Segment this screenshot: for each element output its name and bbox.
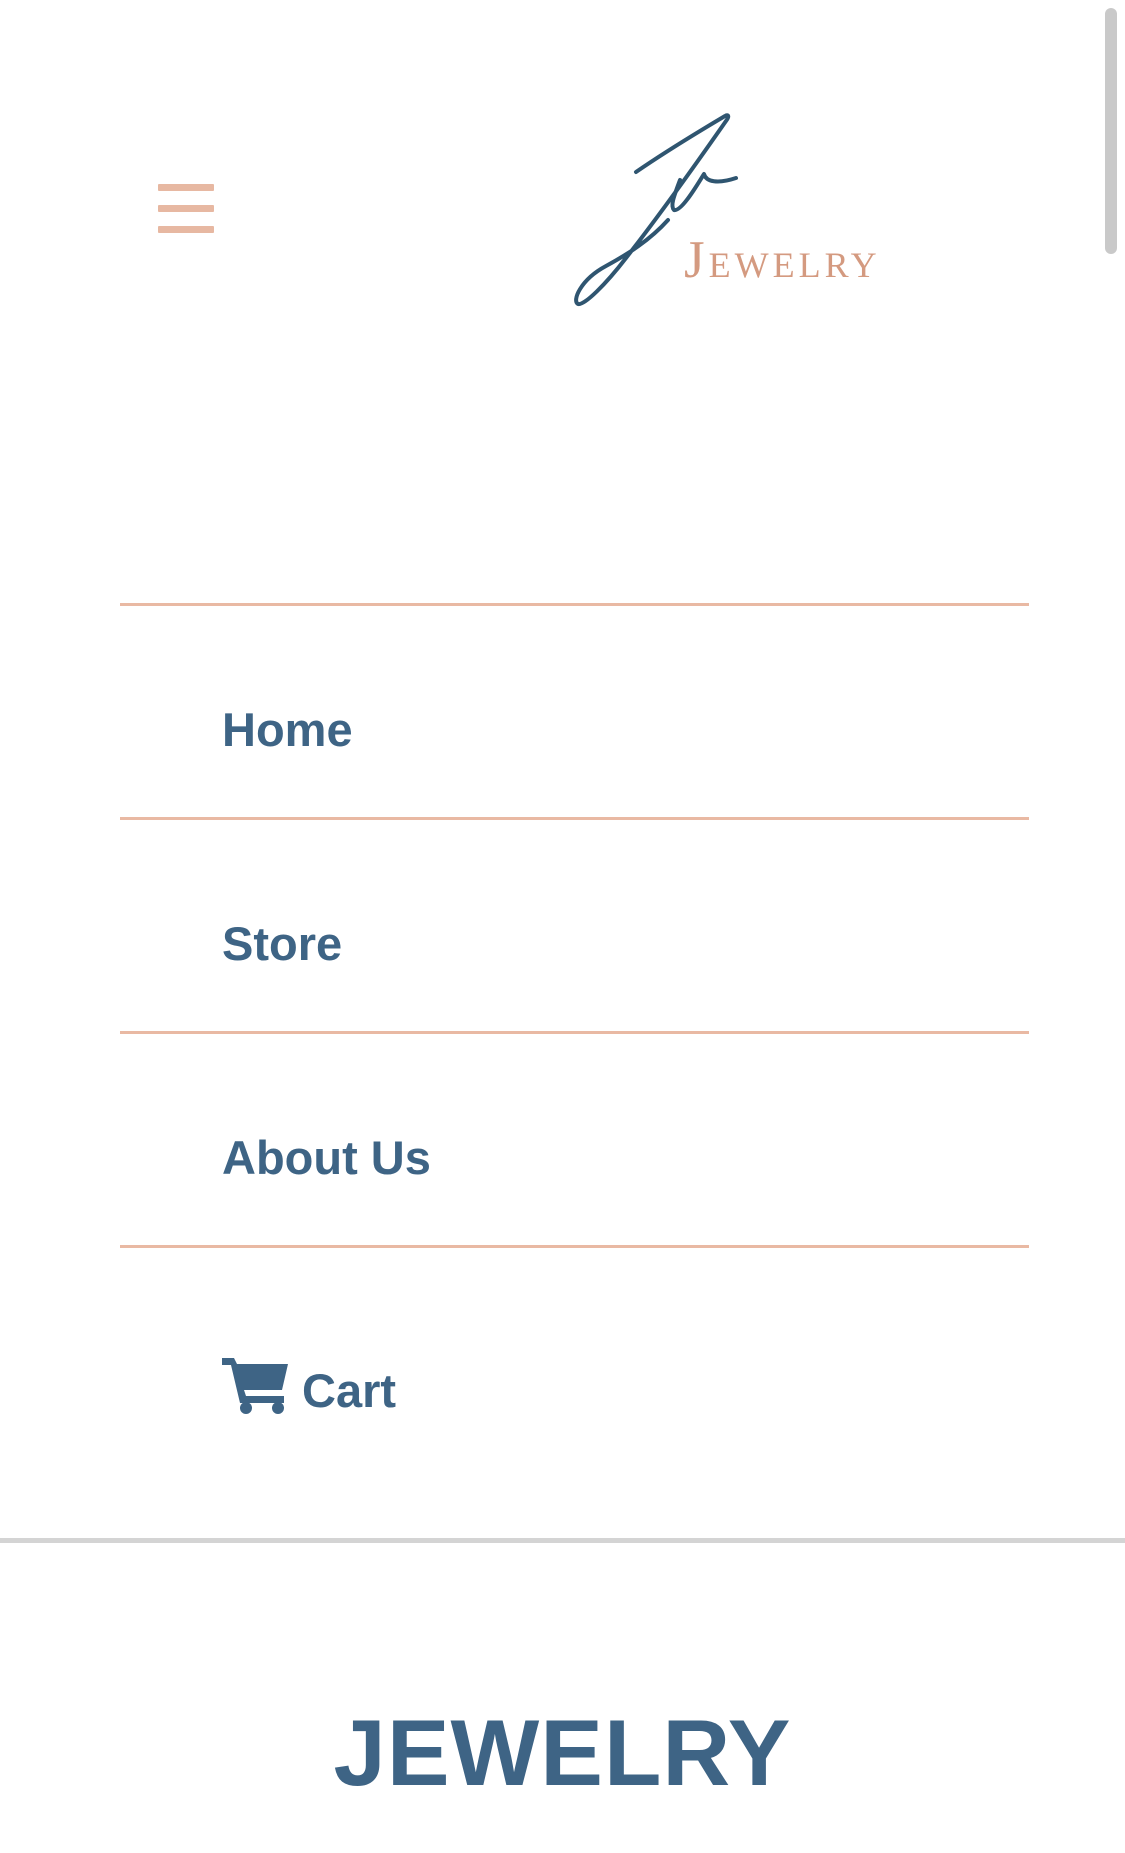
- hamburger-menu-icon[interactable]: [158, 184, 214, 234]
- section-divider: [0, 1538, 1125, 1543]
- nav-item-label[interactable]: Home: [222, 706, 353, 753]
- nav-item-label[interactable]: About Us: [222, 1134, 431, 1181]
- shopping-cart-icon: [222, 1358, 288, 1414]
- nav-item-store[interactable]: Store: [120, 817, 1029, 1031]
- brand-logo[interactable]: JEWELRY: [570, 108, 920, 316]
- nav-item-label[interactable]: Store: [222, 920, 342, 967]
- page-title: JEWELRY: [333, 1700, 792, 1805]
- nav-item-cart[interactable]: Cart: [120, 1245, 1029, 1483]
- nav-item-about-us[interactable]: About Us: [120, 1031, 1029, 1245]
- scrollbar[interactable]: [1105, 8, 1117, 254]
- main-nav-menu: Home Store About Us Cart: [120, 603, 1029, 1483]
- logo-wordmark: JEWELRY: [684, 231, 881, 289]
- nav-item-home[interactable]: Home: [120, 603, 1029, 817]
- nav-item-label[interactable]: Cart: [302, 1367, 396, 1414]
